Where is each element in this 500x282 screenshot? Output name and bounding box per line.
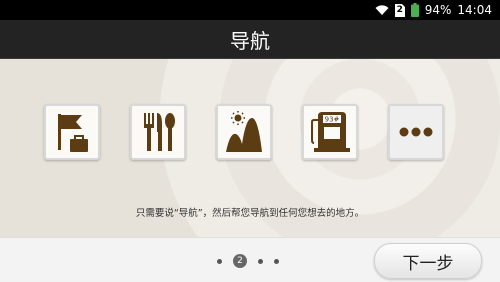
fork-knife-spoon-icon[interactable] — [130, 104, 186, 160]
content-area: 93# 只需要说“导航”，然后帮您导航到任何您想去的地方。 — [0, 59, 500, 237]
flag-suitcase-icon[interactable] — [44, 104, 100, 160]
description-text: 只需要说“导航”，然后帮您导航到任何您想去的地方。 — [135, 208, 365, 219]
clock: 14:04 — [457, 3, 492, 17]
more-icon[interactable] — [388, 104, 444, 160]
battery-icon — [410, 3, 419, 17]
sim-icon: 2 — [394, 3, 405, 17]
wifi-icon — [375, 4, 389, 16]
page-dot — [274, 258, 279, 264]
status-bar: 2 94% 14:04 — [0, 0, 500, 20]
fuel-grade-label: 93# — [325, 116, 340, 124]
next-button[interactable]: 下一步 — [374, 243, 482, 279]
footer: 2 下一步 — [0, 237, 500, 282]
page-title: 导航 — [230, 28, 270, 53]
page-dot — [258, 258, 263, 264]
feature-icons: 93# — [44, 104, 444, 160]
battery-percent: 94% — [424, 3, 452, 17]
page-dot — [217, 258, 222, 264]
sun-mountain-icon[interactable] — [216, 104, 272, 160]
page-dot-current: 2 — [233, 254, 247, 268]
gas-station-icon[interactable]: 93# — [302, 104, 358, 160]
title-bar: 导航 — [0, 20, 500, 59]
page-indicator: 2 — [217, 254, 279, 268]
